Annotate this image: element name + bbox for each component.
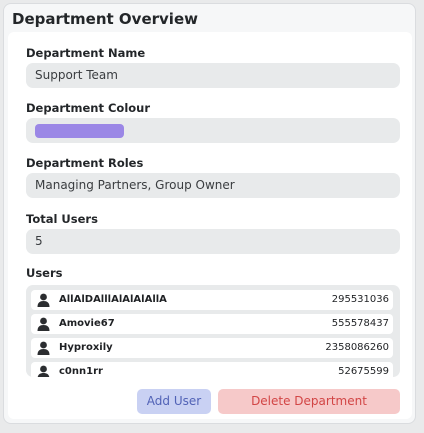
department-name-field[interactable]: Support Team <box>26 63 400 88</box>
user-id: 555578437 <box>331 318 389 329</box>
department-roles-label: Department Roles <box>26 156 144 170</box>
user-icon <box>37 317 50 331</box>
colour-swatch <box>35 124 124 138</box>
department-colour-label: Department Colour <box>26 101 151 115</box>
user-icon <box>37 293 50 307</box>
user-id: 2358086260 <box>325 342 389 353</box>
user-icon <box>37 365 50 377</box>
user-name: Hyproxily <box>59 342 113 353</box>
department-colour-field[interactable] <box>26 118 400 143</box>
user-row[interactable]: AllAlDAlllAlAlAlAllA 295531036 <box>31 290 393 310</box>
users-label: Users <box>26 266 63 280</box>
user-name: AllAlDAlllAlAlAlAllA <box>59 294 167 305</box>
total-users-field: 5 <box>26 229 400 254</box>
user-id: 295531036 <box>331 294 389 305</box>
user-row[interactable]: c0nn1rr 52675599 <box>31 362 393 377</box>
department-overview-panel: Department Overview Department Name Supp… <box>3 3 416 424</box>
department-name-label: Department Name <box>26 46 146 60</box>
user-row[interactable]: Hyproxily 2358086260 <box>31 338 393 358</box>
add-user-button[interactable]: Add User <box>137 389 211 414</box>
user-row[interactable]: Amovie67 555578437 <box>31 314 393 334</box>
delete-department-button[interactable]: Delete Department <box>218 389 400 414</box>
department-details-card: Department Name Support Team Department … <box>8 32 412 419</box>
department-roles-field[interactable]: Managing Partners, Group Owner <box>26 173 400 198</box>
user-icon <box>37 341 50 355</box>
total-users-label: Total Users <box>26 212 98 226</box>
user-id: 52675599 <box>338 366 389 377</box>
panel-title: Department Overview <box>12 10 198 28</box>
user-name: Amovie67 <box>59 318 115 329</box>
users-list[interactable]: AllAlDAlllAlAlAlAllA 295531036 Amovie67 … <box>26 285 400 377</box>
user-name: c0nn1rr <box>59 366 103 377</box>
